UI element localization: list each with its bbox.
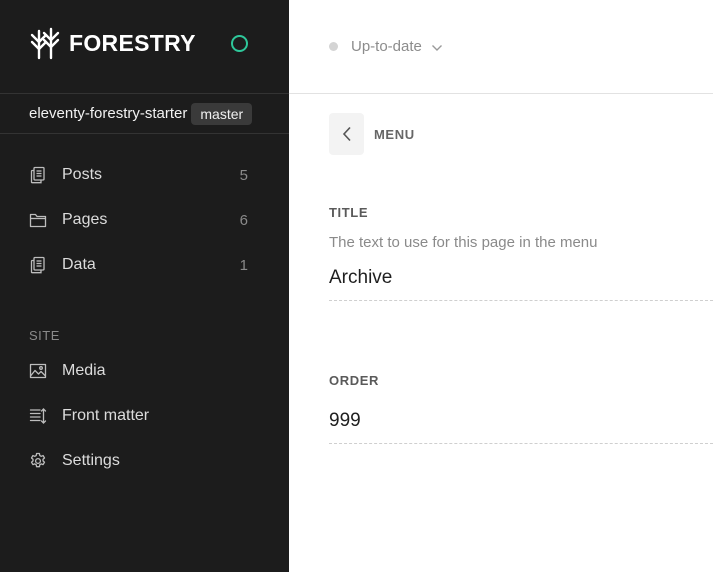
sidebar-item-label: Settings: [62, 452, 120, 469]
item-count: 1: [239, 256, 248, 274]
gear-icon: [29, 452, 47, 470]
sidebar-item-label: Data: [62, 256, 96, 273]
brand-name: FORESTRY: [69, 29, 196, 56]
order-field-label: ORDER: [329, 373, 379, 388]
sidebar-item-front-matter[interactable]: Front matter: [0, 398, 289, 434]
branch-badge[interactable]: master: [191, 102, 253, 125]
front-matter-icon: [29, 407, 47, 425]
sync-status-dot: [329, 42, 338, 51]
chevron-left-icon: [342, 126, 351, 142]
sync-status-label[interactable]: Up-to-date: [351, 38, 422, 55]
top-bar: Up-to-date: [289, 0, 713, 94]
item-count: 6: [239, 211, 248, 229]
item-count: 5: [239, 166, 248, 184]
sidebar-item-label: Posts: [62, 166, 103, 183]
sidebar-item-posts[interactable]: Posts 5: [0, 157, 289, 193]
document-stack-icon: [29, 256, 47, 274]
breadcrumb: MENU: [374, 127, 415, 142]
sidebar-item-pages[interactable]: Pages 6: [0, 202, 289, 238]
sidebar-item-data[interactable]: Data 1: [0, 247, 289, 283]
chevron-down-icon[interactable]: [431, 44, 443, 52]
sidebar-item-settings[interactable]: Settings: [0, 443, 289, 479]
title-field-label: TITLE: [329, 205, 369, 220]
section-label-site: SITE: [29, 328, 60, 343]
order-field[interactable]: 999: [329, 410, 713, 444]
sidebar: FORESTRY eleventy-forestry-starter maste…: [0, 0, 289, 572]
repo-selector[interactable]: eleventy-forestry-starter master: [0, 94, 289, 134]
sidebar-item-label: Media: [62, 362, 106, 379]
title-field-help: The text to use for this page in the men…: [329, 234, 598, 251]
sidebar-item-media[interactable]: Media: [0, 353, 289, 389]
connection-status-icon[interactable]: [231, 35, 248, 52]
repo-name: eleventy-forestry-starter: [29, 105, 188, 122]
main-panel: Up-to-date MENU TITLE The text to use fo…: [289, 0, 713, 572]
sidebar-item-label: Pages: [62, 211, 108, 228]
folder-icon: [29, 211, 47, 229]
brand-header: FORESTRY: [0, 0, 289, 94]
sidebar-item-label: Front matter: [62, 407, 150, 424]
forestry-logo[interactable]: FORESTRY: [29, 26, 196, 60]
document-stack-icon: [29, 166, 47, 184]
forestry-logo-icon: [30, 27, 60, 60]
image-icon: [29, 362, 47, 380]
back-button[interactable]: [329, 113, 364, 155]
title-field[interactable]: Archive: [329, 267, 713, 301]
